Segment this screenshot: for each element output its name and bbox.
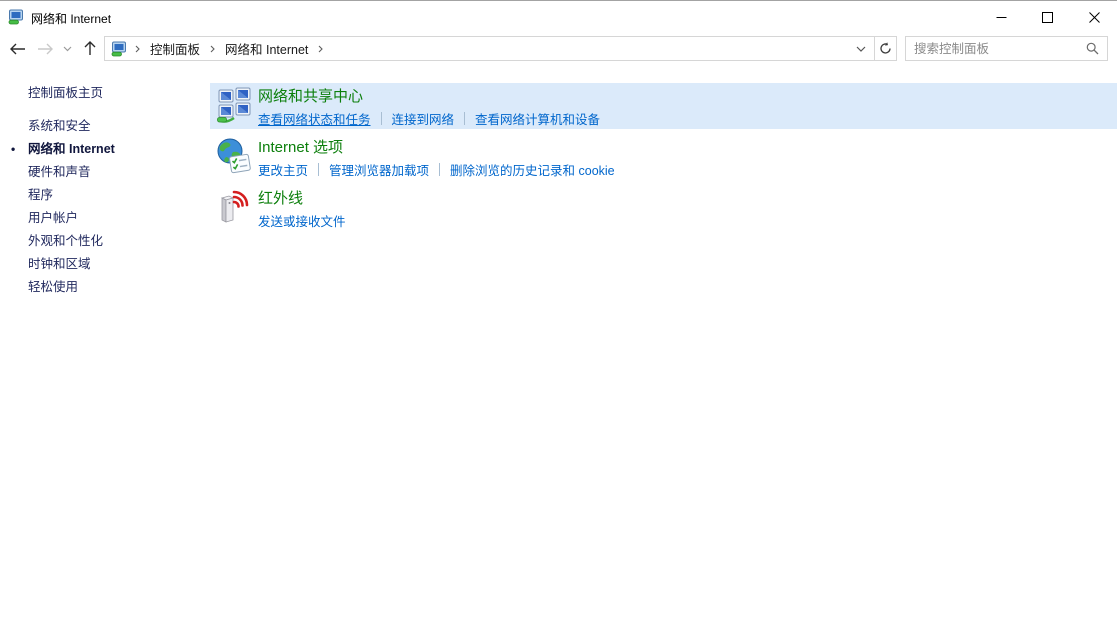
category-title-internet-options[interactable]: Internet 选项 [258, 136, 615, 157]
sidebar-item-clock-region[interactable]: 时钟和区域 [28, 253, 203, 276]
sidebar-item-system-security[interactable]: 系统和安全 [28, 115, 203, 138]
category-title-infrared[interactable]: 红外线 [258, 187, 346, 208]
search-input[interactable] [906, 37, 1086, 60]
link-separator [464, 112, 465, 125]
breadcrumb-chevron-icon[interactable] [310, 37, 331, 60]
category-internet-options[interactable]: Internet 选项 更改主页 管理浏览器加载项 删除浏览的历史记录和 coo… [210, 134, 1117, 180]
minimize-button[interactable] [978, 2, 1024, 33]
sidebar-item-label: 网络和 Internet [28, 142, 115, 156]
sidebar-item-control-panel-home[interactable]: 控制面板主页 [28, 82, 203, 105]
selected-bullet-icon: • [11, 138, 15, 161]
forward-button[interactable] [32, 33, 58, 64]
category-title-network-sharing-center[interactable]: 网络和共享中心 [258, 85, 600, 106]
link-view-network-computers-devices[interactable]: 查看网络计算机和设备 [475, 109, 600, 128]
network-sharing-center-icon [217, 87, 253, 123]
close-button[interactable] [1071, 2, 1117, 33]
control-panel-window: 网络和 Internet [0, 0, 1117, 633]
breadcrumb-chevron-icon[interactable] [202, 37, 223, 60]
breadcrumb-network-and-internet[interactable]: 网络和 Internet [223, 39, 310, 58]
sidebar-item-label: 外观和个性化 [28, 234, 103, 248]
navigation-bar: 控制面板 网络和 Internet [0, 33, 1117, 64]
category-infrared[interactable]: 红外线 发送或接收文件 [210, 185, 1117, 231]
search-icon[interactable] [1086, 42, 1099, 55]
link-separator [439, 163, 440, 176]
sidebar-item-ease-of-access[interactable]: 轻松使用 [28, 276, 203, 299]
maximize-button[interactable] [1024, 2, 1070, 33]
link-separator [318, 163, 319, 176]
link-separator [381, 112, 382, 125]
sidebar-item-label: 时钟和区域 [28, 257, 91, 271]
sidebar-item-label: 程序 [28, 188, 53, 202]
sidebar-item-programs[interactable]: 程序 [28, 184, 203, 207]
control-panel-icon [8, 9, 24, 25]
internet-options-icon [217, 138, 253, 174]
sidebar-item-user-accounts[interactable]: 用户帐户 [28, 207, 203, 230]
title-bar: 网络和 Internet [0, 2, 1117, 33]
back-button[interactable] [4, 33, 30, 64]
sidebar-item-label: 硬件和声音 [28, 165, 91, 179]
infrared-icon [217, 189, 253, 225]
control-panel-small-icon [111, 41, 127, 57]
link-manage-browser-addons[interactable]: 管理浏览器加载项 [329, 160, 429, 179]
sidebar-item-label: 控制面板主页 [28, 86, 103, 100]
window-title: 网络和 Internet [31, 10, 111, 27]
link-change-home-page[interactable]: 更改主页 [258, 160, 308, 179]
breadcrumb-chevron-icon[interactable] [127, 37, 148, 60]
main-content: 网络和共享中心 查看网络状态和任务 连接到网络 查看网络计算机和设备 [210, 83, 1117, 236]
sidebar: 控制面板主页 系统和安全 • 网络和 Internet 硬件和声音 程序 用户帐… [28, 82, 203, 299]
sidebar-item-label: 用户帐户 [28, 211, 78, 225]
link-connect-to-network[interactable]: 连接到网络 [392, 109, 455, 128]
link-send-receive-files[interactable]: 发送或接收文件 [258, 211, 346, 230]
recent-locations-chevron-icon[interactable] [58, 33, 76, 64]
sidebar-item-appearance-personalization[interactable]: 外观和个性化 [28, 230, 203, 253]
category-network-sharing-center[interactable]: 网络和共享中心 查看网络状态和任务 连接到网络 查看网络计算机和设备 [210, 83, 1117, 129]
sidebar-item-label: 轻松使用 [28, 280, 78, 294]
refresh-button[interactable] [874, 36, 897, 61]
address-bar[interactable]: 控制面板 网络和 Internet [104, 36, 875, 61]
link-delete-browsing-history-cookies[interactable]: 删除浏览的历史记录和 cookie [450, 160, 615, 179]
breadcrumb-control-panel[interactable]: 控制面板 [148, 39, 202, 58]
sidebar-item-hardware-sound[interactable]: 硬件和声音 [28, 161, 203, 184]
search-box [905, 36, 1108, 61]
link-view-network-status-tasks[interactable]: 查看网络状态和任务 [258, 109, 371, 128]
sidebar-item-label: 系统和安全 [28, 119, 91, 133]
up-button[interactable] [78, 33, 102, 64]
address-dropdown-chevron-icon[interactable] [852, 37, 870, 60]
sidebar-item-network-internet[interactable]: • 网络和 Internet [28, 138, 203, 161]
